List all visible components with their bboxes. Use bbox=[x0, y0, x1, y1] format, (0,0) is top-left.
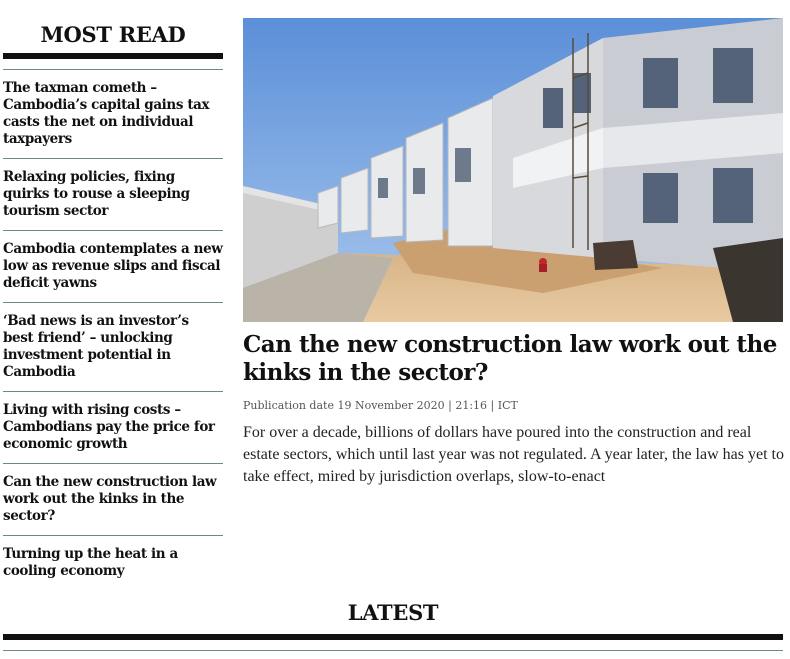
most-read-rule bbox=[3, 53, 223, 59]
article-headline[interactable]: Can the new construction law work out th… bbox=[243, 331, 783, 387]
construction-site-photo bbox=[243, 18, 783, 322]
most-read-item[interactable]: Relaxing policies, fixing quirks to rous… bbox=[3, 158, 223, 230]
most-read-item[interactable]: Cambodia contemplates a new low as reven… bbox=[3, 230, 223, 302]
most-read-sidebar: MOST READ The taxman cometh – Cambodia’s… bbox=[3, 18, 223, 590]
article-excerpt: For over a decade, billions of dollars h… bbox=[243, 424, 784, 485]
latest-list-divider bbox=[3, 650, 783, 651]
most-read-title: MOST READ bbox=[40, 22, 186, 47]
article-hero-image[interactable] bbox=[243, 18, 783, 322]
most-read-list: The taxman cometh – Cambodia’s capital g… bbox=[3, 69, 223, 590]
publication-date: Publication date 19 November 2020 | 21:1… bbox=[243, 399, 518, 412]
most-read-item[interactable]: ‘Bad news is an investor’s best friend’ … bbox=[3, 302, 223, 391]
most-read-item[interactable]: Turning up the heat in a cooling economy bbox=[3, 535, 223, 590]
most-read-item[interactable]: The taxman cometh – Cambodia’s capital g… bbox=[3, 69, 223, 158]
most-read-item[interactable]: Can the new construction law work out th… bbox=[3, 463, 223, 535]
latest-section-rule bbox=[3, 634, 783, 640]
latest-section-title: LATEST bbox=[347, 600, 439, 625]
most-read-item[interactable]: Living with rising costs – Cambodians pa… bbox=[3, 391, 223, 463]
